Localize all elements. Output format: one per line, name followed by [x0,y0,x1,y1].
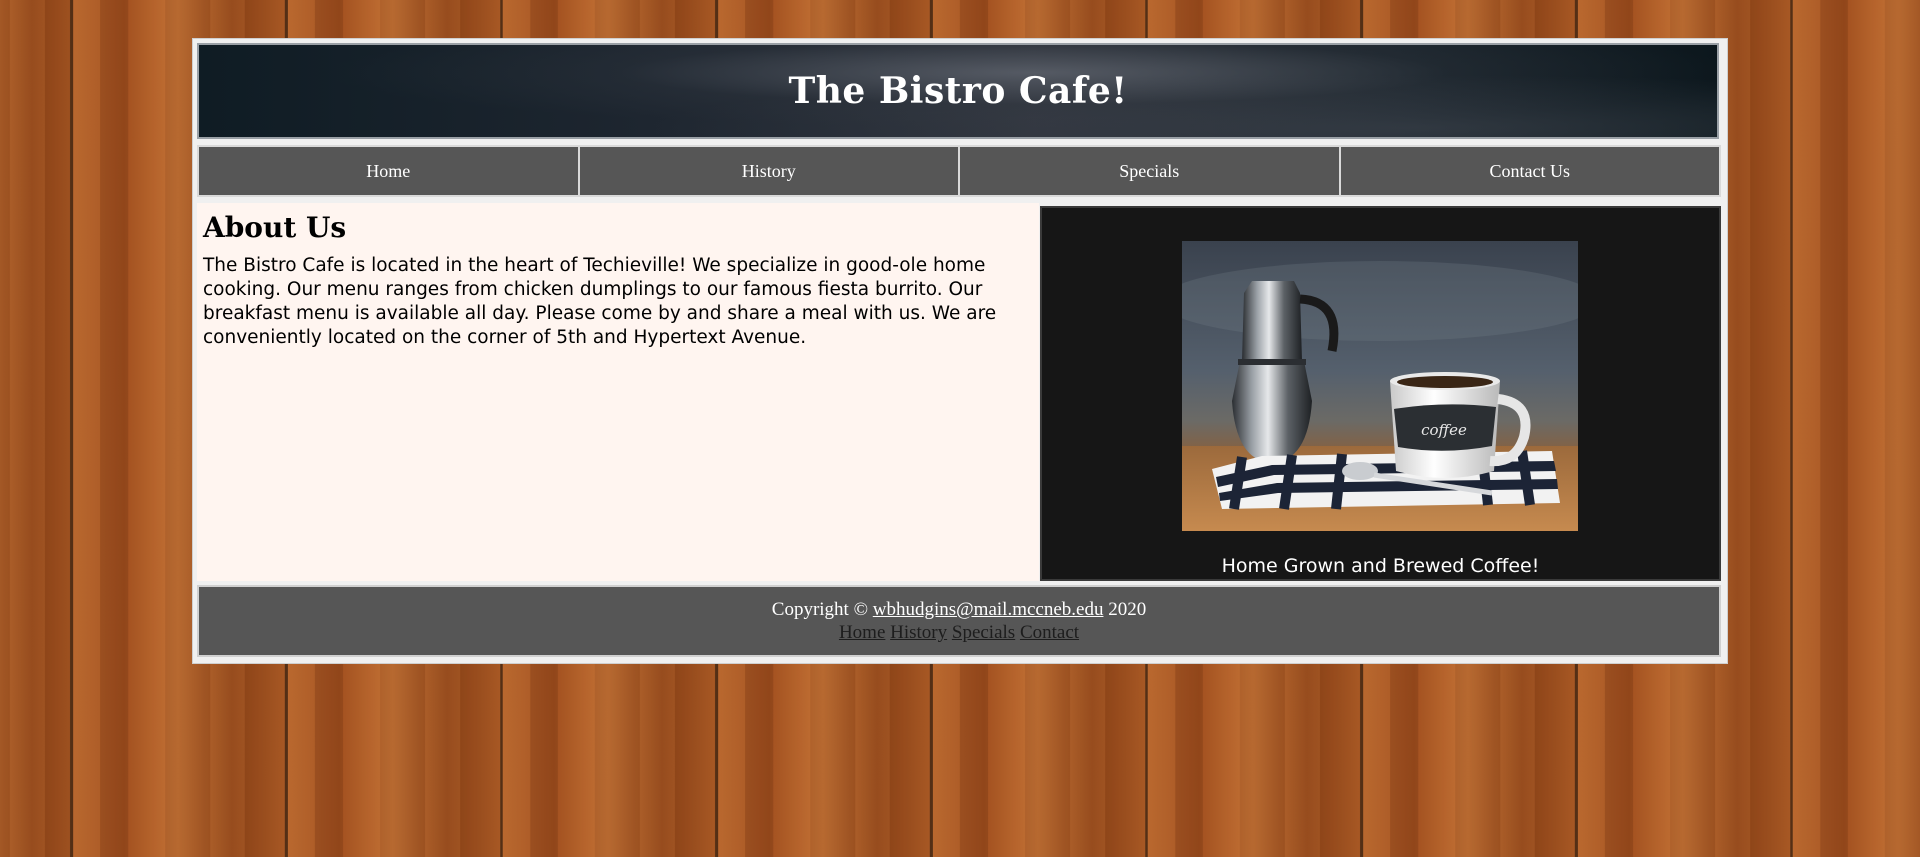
site-footer: Copyright © wbhudgins@mail.mccneb.edu 20… [197,585,1721,657]
about-section: About Us The Bistro Cafe is located in t… [197,203,1039,581]
nav-specials[interactable]: Specials [960,147,1341,195]
site-title: The Bistro Cafe! [788,70,1128,112]
copyright-year: 2020 [1108,599,1147,620]
nav-contact-us[interactable]: Contact Us [1340,147,1719,195]
nav-history[interactable]: History [579,147,960,195]
photo-caption: Home Grown and Brewed Coffee! [1221,555,1540,577]
footer-link-home[interactable]: Home [839,622,885,643]
about-heading: About Us [203,211,347,244]
about-text: The Bistro Cafe is located in the heart … [203,255,997,348]
footer-link-specials[interactable]: Specials [952,622,1015,643]
main-nav: Home History Specials Contact Us [197,145,1721,197]
mug-text: coffee [1421,421,1467,439]
photo-panel: coffee Home Grown and Brewed Coffee! [1040,206,1721,581]
page-container: The Bistro Cafe! Home History Specials C… [193,39,1727,663]
footer-link-history[interactable]: History [890,622,947,643]
nav-home[interactable]: Home [199,147,580,195]
footer-email-link[interactable]: wbhudgins@mail.mccneb.edu [873,599,1104,620]
footer-links: Home History Specials Contact [199,621,1719,645]
copyright-prefix: Copyright © [771,599,869,620]
copyright-line: Copyright © wbhudgins@mail.mccneb.edu 20… [199,599,1719,621]
footer-link-contact[interactable]: Contact [1020,622,1079,643]
coffee-photo: coffee [1182,241,1578,531]
site-header: The Bistro Cafe! [197,43,1719,139]
